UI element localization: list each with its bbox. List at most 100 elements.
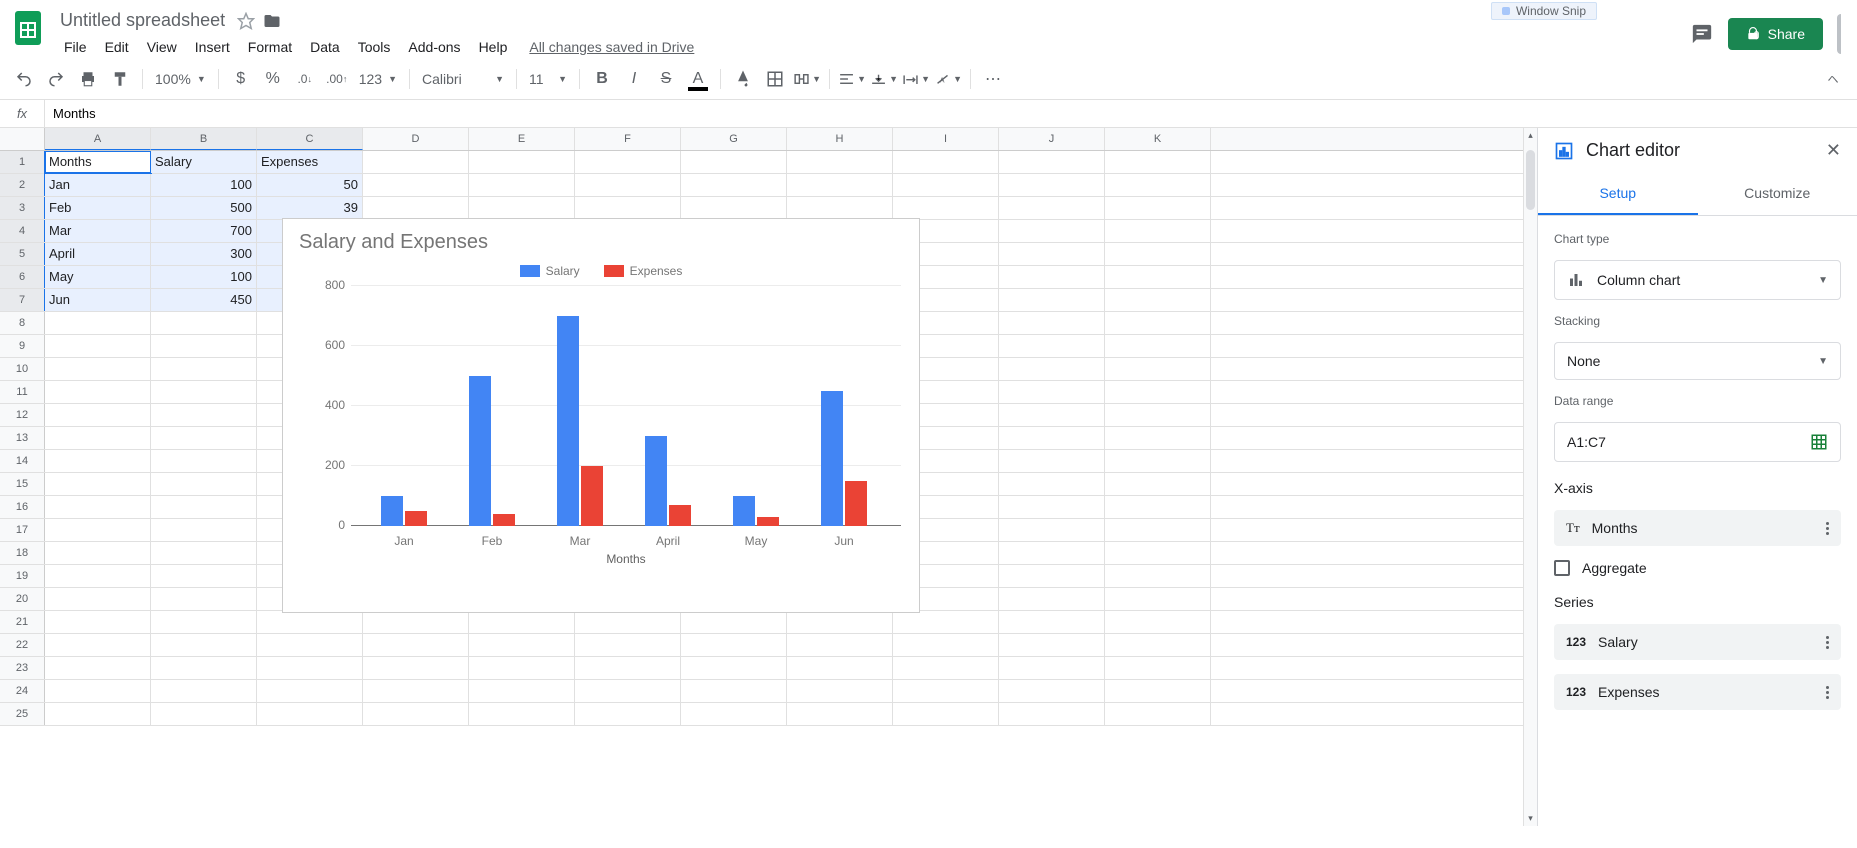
cell[interactable] [999, 358, 1105, 380]
cell[interactable] [999, 565, 1105, 587]
row-header-9[interactable]: 9 [0, 335, 45, 357]
col-header-F[interactable]: F [575, 128, 681, 150]
cell[interactable]: 300 [151, 243, 257, 265]
cell[interactable] [257, 680, 363, 702]
cell[interactable] [45, 634, 151, 656]
cell[interactable] [45, 450, 151, 472]
series2-more-icon[interactable] [1826, 686, 1829, 699]
cell[interactable] [999, 519, 1105, 541]
col-header-E[interactable]: E [469, 128, 575, 150]
cell[interactable] [999, 680, 1105, 702]
cell[interactable] [45, 312, 151, 334]
formula-input[interactable] [45, 100, 1857, 127]
row-header-22[interactable]: 22 [0, 634, 45, 656]
cell[interactable] [151, 358, 257, 380]
collapse-toolbar-button[interactable]: ヘ [1819, 65, 1847, 93]
undo-button[interactable] [10, 65, 38, 93]
cell[interactable]: Salary [151, 151, 257, 173]
cell[interactable] [681, 680, 787, 702]
cell[interactable] [787, 174, 893, 196]
cell[interactable] [999, 427, 1105, 449]
col-header-A[interactable]: A [45, 128, 151, 150]
row-header-13[interactable]: 13 [0, 427, 45, 449]
cell[interactable] [575, 680, 681, 702]
cell[interactable] [893, 703, 999, 725]
cell[interactable] [999, 243, 1105, 265]
cell[interactable] [681, 703, 787, 725]
number-format-select[interactable]: 123▼ [355, 71, 401, 87]
merge-button[interactable]: ▼ [793, 65, 821, 93]
cell[interactable] [469, 174, 575, 196]
cell[interactable] [151, 565, 257, 587]
paint-format-button[interactable] [106, 65, 134, 93]
cell[interactable] [1105, 404, 1211, 426]
cell[interactable] [999, 197, 1105, 219]
star-icon[interactable] [237, 12, 255, 30]
cell[interactable] [893, 197, 999, 219]
cell[interactable] [681, 151, 787, 173]
bold-button[interactable]: B [588, 65, 616, 93]
wrap-button[interactable]: ▼ [902, 65, 930, 93]
row-header-5[interactable]: 5 [0, 243, 45, 265]
cell[interactable] [999, 335, 1105, 357]
cell[interactable]: 450 [151, 289, 257, 311]
cell[interactable] [469, 611, 575, 633]
col-header-K[interactable]: K [1105, 128, 1211, 150]
cell[interactable] [469, 657, 575, 679]
move-folder-icon[interactable] [263, 12, 281, 30]
row-header-8[interactable]: 8 [0, 312, 45, 334]
cell[interactable] [151, 703, 257, 725]
cell[interactable] [999, 657, 1105, 679]
close-sidebar-button[interactable]: ✕ [1826, 140, 1841, 161]
cell[interactable] [45, 427, 151, 449]
spreadsheet-grid[interactable]: A B C D E F G H I J K 1MonthsSalaryExpen… [0, 128, 1523, 826]
cell[interactable] [575, 174, 681, 196]
menu-insert[interactable]: Insert [187, 35, 238, 59]
cell[interactable] [1105, 519, 1211, 541]
data-range-input[interactable]: A1:C7 [1554, 422, 1841, 462]
aggregate-checkbox[interactable] [1554, 560, 1570, 576]
select-all-corner[interactable] [0, 128, 45, 150]
fill-color-button[interactable] [729, 65, 757, 93]
cell[interactable] [45, 703, 151, 725]
redo-button[interactable] [42, 65, 70, 93]
cell[interactable] [45, 473, 151, 495]
cell[interactable] [999, 289, 1105, 311]
cell[interactable]: 100 [151, 174, 257, 196]
cell[interactable] [1105, 542, 1211, 564]
cell[interactable] [151, 312, 257, 334]
cell[interactable]: 500 [151, 197, 257, 219]
cell[interactable] [575, 634, 681, 656]
cell[interactable] [45, 381, 151, 403]
share-button[interactable]: Share [1728, 18, 1823, 50]
cell[interactable] [469, 703, 575, 725]
row-header-16[interactable]: 16 [0, 496, 45, 518]
cell[interactable] [1105, 657, 1211, 679]
cell[interactable] [681, 634, 787, 656]
cell[interactable] [363, 634, 469, 656]
cell[interactable] [1105, 381, 1211, 403]
cell[interactable] [1105, 450, 1211, 472]
cell[interactable] [1105, 680, 1211, 702]
menu-help[interactable]: Help [471, 35, 516, 59]
comments-icon[interactable] [1690, 22, 1714, 46]
cell[interactable] [45, 680, 151, 702]
cell[interactable] [1105, 473, 1211, 495]
row-header-12[interactable]: 12 [0, 404, 45, 426]
cell[interactable] [893, 634, 999, 656]
cell[interactable] [45, 335, 151, 357]
cell[interactable] [575, 657, 681, 679]
series-chip-salary[interactable]: 123 Salary [1554, 624, 1841, 660]
cell[interactable]: Months [45, 151, 151, 173]
cell[interactable] [999, 174, 1105, 196]
cell[interactable]: Jan [45, 174, 151, 196]
cell[interactable] [45, 611, 151, 633]
cell[interactable] [469, 680, 575, 702]
cell[interactable] [999, 381, 1105, 403]
cell[interactable] [999, 634, 1105, 656]
cell[interactable] [151, 611, 257, 633]
cell[interactable] [575, 197, 681, 219]
cell[interactable] [469, 151, 575, 173]
cell[interactable] [151, 427, 257, 449]
cell[interactable]: 700 [151, 220, 257, 242]
